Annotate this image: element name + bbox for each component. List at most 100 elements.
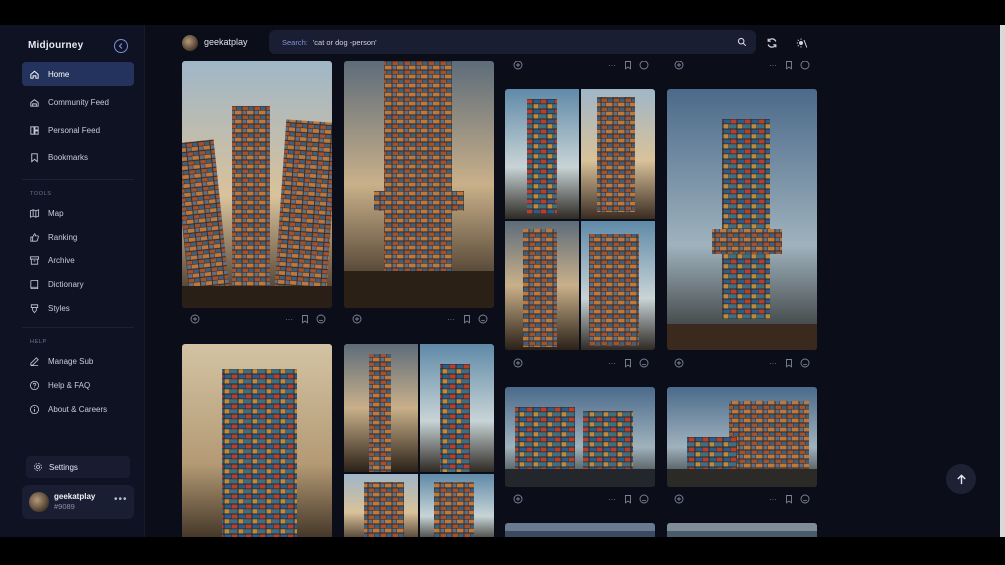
bookmark-icon xyxy=(29,152,40,163)
card-actions: ··· xyxy=(513,494,649,506)
sidebar-item-personal-feed[interactable]: Personal Feed xyxy=(22,118,134,142)
more-options-icon[interactable]: ··· xyxy=(446,314,456,324)
theme-toggle-icon[interactable] xyxy=(796,37,808,49)
search-value: 'cat or dog -person' xyxy=(312,37,377,47)
feed-image[interactable] xyxy=(344,61,494,308)
collapse-sidebar-button[interactable] xyxy=(114,39,128,53)
sidebar-item-manage-sub[interactable]: Manage Sub xyxy=(22,349,134,373)
search-icon[interactable] xyxy=(737,37,747,47)
dictionary-icon xyxy=(29,279,40,290)
add-icon[interactable] xyxy=(674,61,684,70)
scroll-to-top-button[interactable] xyxy=(946,464,976,494)
card-actions: ··· xyxy=(352,314,488,326)
sidebar-item-help-faq[interactable]: Help & FAQ xyxy=(22,373,134,397)
feed-image[interactable] xyxy=(505,387,655,487)
top-username[interactable]: geekatplay xyxy=(204,37,248,47)
sidebar-item-label: Dictionary xyxy=(48,279,84,289)
smile-icon[interactable] xyxy=(800,61,810,70)
card-actions: ··· xyxy=(674,358,810,370)
smile-icon[interactable] xyxy=(800,358,810,368)
sidebar-item-archive[interactable]: Archive xyxy=(22,248,134,272)
feed-image[interactable] xyxy=(505,523,655,537)
more-options-icon[interactable]: ••• xyxy=(114,494,128,505)
more-options-icon[interactable]: ··· xyxy=(768,494,778,504)
more-options-icon[interactable]: ··· xyxy=(607,358,617,368)
smile-icon[interactable] xyxy=(639,358,649,368)
app-window: Midjourney Home Community Feed Personal … xyxy=(0,25,1005,537)
sidebar-item-label: Archive xyxy=(48,255,75,265)
sidebar-item-map[interactable]: Map xyxy=(22,201,134,225)
sidebar-item-styles[interactable]: Styles xyxy=(22,296,134,320)
avatar xyxy=(29,492,49,512)
smile-icon[interactable] xyxy=(316,314,326,324)
refresh-icon[interactable] xyxy=(766,37,778,49)
bookmark-icon[interactable] xyxy=(784,494,794,504)
bookmark-icon[interactable] xyxy=(623,494,633,504)
bookmark-icon[interactable] xyxy=(784,358,794,368)
bookmark-icon[interactable] xyxy=(462,314,472,324)
search-label: Search: xyxy=(282,37,308,47)
section-label-help: HELP xyxy=(30,339,47,345)
feed-image-grid[interactable] xyxy=(505,89,655,350)
add-icon[interactable] xyxy=(352,314,362,324)
more-options-icon[interactable]: ··· xyxy=(768,358,778,368)
feed-image[interactable] xyxy=(667,387,817,487)
more-options-icon[interactable]: ··· xyxy=(607,494,617,504)
user-name: geekatplay xyxy=(54,492,96,501)
add-icon[interactable] xyxy=(513,61,523,70)
arrow-up-icon xyxy=(956,473,966,484)
more-options-icon[interactable]: ··· xyxy=(607,61,617,70)
sidebar: Midjourney Home Community Feed Personal … xyxy=(0,25,145,537)
map-icon xyxy=(29,208,40,219)
bookmark-icon[interactable] xyxy=(300,314,310,324)
sidebar-item-bookmarks[interactable]: Bookmarks xyxy=(22,145,134,169)
more-options-icon[interactable]: ··· xyxy=(768,61,778,70)
add-icon[interactable] xyxy=(190,314,200,324)
user-card[interactable]: geekatplay #9089 ••• xyxy=(22,485,134,519)
sidebar-item-dictionary[interactable]: Dictionary xyxy=(22,272,134,296)
question-icon xyxy=(29,380,40,391)
more-options-icon[interactable]: ··· xyxy=(284,314,294,324)
sidebar-item-community-feed[interactable]: Community Feed xyxy=(22,90,134,114)
chevron-left-icon xyxy=(118,43,123,49)
edit-icon xyxy=(29,356,40,367)
smile-icon[interactable] xyxy=(800,494,810,504)
bookmark-icon[interactable] xyxy=(784,61,794,70)
section-label-tools: TOOLS xyxy=(30,191,52,197)
card-actions: ··· xyxy=(674,494,810,506)
sidebar-item-home[interactable]: Home xyxy=(22,62,134,86)
sidebar-item-label: Community Feed xyxy=(48,97,109,107)
avatar[interactable] xyxy=(182,35,198,51)
add-icon[interactable] xyxy=(674,358,684,368)
sidebar-item-label: Help & FAQ xyxy=(48,380,91,390)
info-icon xyxy=(29,404,40,415)
styles-icon xyxy=(29,303,40,314)
bookmark-icon[interactable] xyxy=(623,61,633,70)
add-icon[interactable] xyxy=(513,494,523,504)
sidebar-item-label: Personal Feed xyxy=(48,125,101,135)
sidebar-divider xyxy=(22,179,134,180)
sidebar-item-label: About & Careers xyxy=(48,404,108,414)
sidebar-item-about-careers[interactable]: About & Careers xyxy=(22,397,134,421)
bookmark-icon[interactable] xyxy=(623,358,633,368)
brand-logo[interactable]: Midjourney xyxy=(28,40,83,51)
feed-image[interactable] xyxy=(182,61,332,308)
community-icon xyxy=(29,97,40,108)
add-icon[interactable] xyxy=(513,358,523,368)
sidebar-item-ranking[interactable]: Ranking xyxy=(22,225,134,249)
home-icon xyxy=(29,69,40,80)
feed-image-grid[interactable] xyxy=(344,344,494,537)
smile-icon[interactable] xyxy=(478,314,488,324)
smile-icon[interactable] xyxy=(639,61,649,70)
image-feed: ··· ··· ··· ··· ··· ··· ··· ··· xyxy=(145,61,1005,537)
sidebar-item-label: Bookmarks xyxy=(48,152,89,162)
card-actions: ··· xyxy=(513,358,649,370)
letterbox-top xyxy=(0,0,1005,25)
smile-icon[interactable] xyxy=(639,494,649,504)
feed-image[interactable] xyxy=(667,523,817,537)
feed-image[interactable] xyxy=(667,89,817,350)
settings-button[interactable]: Settings xyxy=(26,456,130,478)
add-icon[interactable] xyxy=(674,494,684,504)
feed-image[interactable] xyxy=(182,344,332,537)
search-input[interactable]: Search: 'cat or dog -person' xyxy=(269,30,756,54)
